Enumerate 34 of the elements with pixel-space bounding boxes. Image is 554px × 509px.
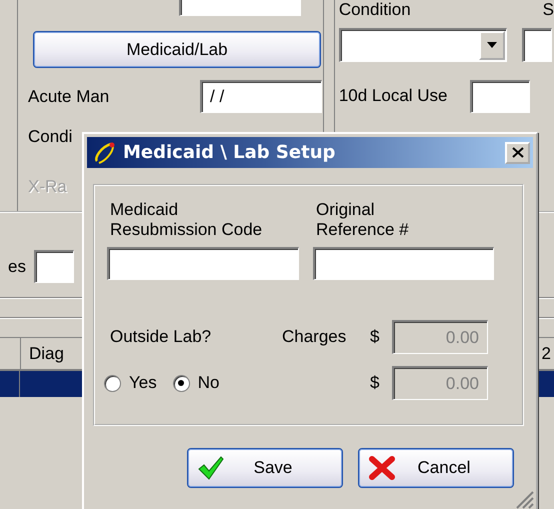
close-icon	[369, 456, 395, 480]
currency-label: $	[370, 327, 380, 347]
radio-button[interactable]	[104, 374, 121, 392]
column-header[interactable]: 2	[538, 338, 554, 369]
field-label: 10d Local Use	[338, 86, 448, 106]
field-label: Outside Lab?	[110, 327, 212, 347]
radio-option[interactable]: Yes	[104, 373, 157, 394]
dialog-title: Medicaid \ Lab Setup	[123, 142, 336, 163]
field-label: es	[8, 256, 26, 276]
date-field[interactable]: / /	[200, 80, 322, 113]
text-field[interactable]	[34, 250, 74, 283]
field-label: Condi	[28, 127, 72, 147]
field-label: S	[542, 0, 554, 20]
dropdown-field[interactable]	[338, 28, 507, 62]
field-label: Condition	[338, 0, 411, 20]
text-field[interactable]	[107, 247, 299, 280]
field-label: Medicaid Resubmission Code	[110, 200, 264, 240]
field-label: Charges	[282, 327, 348, 347]
field-label: Acute Man	[28, 86, 110, 106]
cancel-button[interactable]: Cancel	[358, 448, 514, 488]
medicaid-lab-button[interactable]: Medicaid/Lab	[33, 31, 321, 68]
radio-option[interactable]: No	[172, 373, 220, 394]
save-button[interactable]: Save	[187, 448, 343, 488]
field-label: Original Reference #	[316, 200, 410, 240]
column-header[interactable]: Diag	[20, 338, 72, 369]
text-field[interactable]	[313, 247, 494, 280]
close-icon	[512, 147, 524, 158]
close-button[interactable]	[505, 142, 530, 164]
app-icon	[93, 140, 117, 164]
currency-label: $	[370, 373, 380, 393]
checkmark-icon	[198, 456, 224, 480]
text-field[interactable]	[470, 80, 530, 113]
text-field[interactable]	[522, 28, 552, 62]
radio-button[interactable]	[172, 374, 190, 392]
